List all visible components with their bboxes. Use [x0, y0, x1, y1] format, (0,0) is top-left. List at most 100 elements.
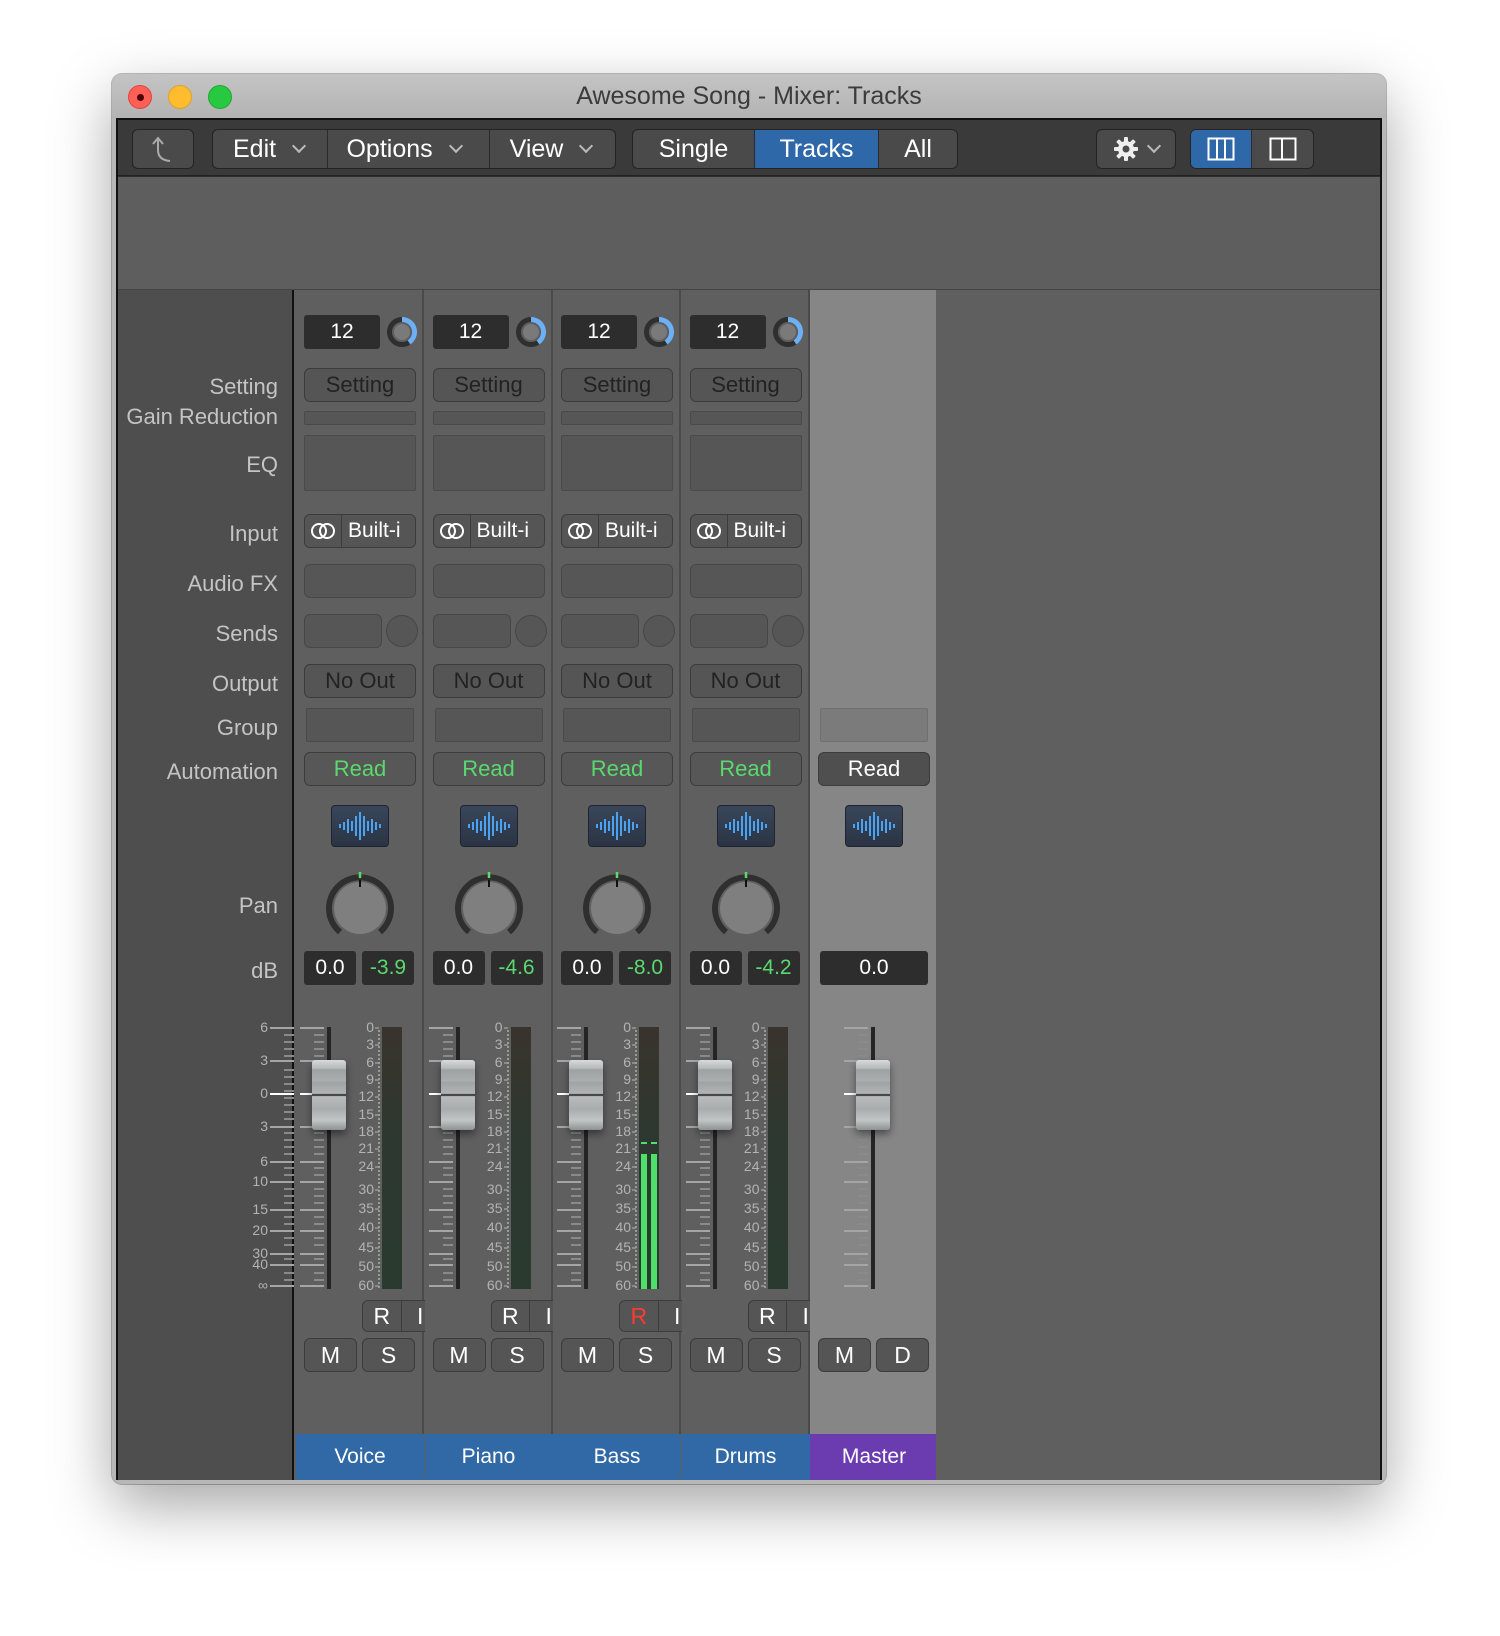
- pan-knob[interactable]: [324, 870, 396, 942]
- compressor-knob-icon[interactable]: [643, 316, 675, 348]
- output-button[interactable]: No Out: [432, 664, 545, 698]
- eq-thumbnail[interactable]: [304, 435, 416, 491]
- automation-mode-button[interactable]: Read: [561, 752, 673, 786]
- automation-mode-button[interactable]: Read: [689, 752, 802, 786]
- view-mode-single[interactable]: Single: [633, 130, 755, 168]
- channel-name[interactable]: Drums: [681, 1434, 810, 1480]
- solo-button[interactable]: S: [747, 1338, 801, 1372]
- solo-button[interactable]: S: [490, 1338, 544, 1372]
- peak-level-value[interactable]: -4.2: [747, 951, 800, 985]
- track-icon[interactable]: [459, 805, 518, 847]
- track-icon[interactable]: [716, 805, 775, 847]
- channel-name[interactable]: Master: [810, 1434, 938, 1480]
- send-level-knob[interactable]: [643, 615, 675, 647]
- output-button[interactable]: No Out: [561, 664, 673, 698]
- volume-value[interactable]: 0.0: [304, 951, 356, 985]
- title-bar[interactable]: Awesome Song - Mixer: Tracks: [112, 74, 1386, 118]
- volume-fader-handle[interactable]: [856, 1060, 890, 1130]
- pan-knob[interactable]: [581, 870, 653, 942]
- group-slot[interactable]: [691, 708, 800, 742]
- compressor-threshold-value[interactable]: 12: [432, 315, 509, 349]
- automation-mode-button[interactable]: Read: [818, 752, 930, 786]
- setting-button[interactable]: Setting: [561, 368, 673, 402]
- group-slot[interactable]: [563, 708, 671, 742]
- volume-value[interactable]: 0.0: [561, 951, 613, 985]
- settings-menu-button[interactable]: [1096, 129, 1176, 169]
- send-slot[interactable]: [432, 614, 511, 648]
- compressor-threshold-value[interactable]: 12: [304, 315, 380, 349]
- record-enable-button[interactable]: R: [749, 1301, 787, 1331]
- compressor-knob-icon[interactable]: [515, 316, 547, 348]
- audio-fx-slot[interactable]: [304, 564, 416, 598]
- group-slot[interactable]: [434, 708, 543, 742]
- volume-value[interactable]: 0.0: [689, 951, 742, 985]
- dim-button[interactable]: D: [876, 1338, 929, 1372]
- input-slot[interactable]: Built-i: [432, 514, 545, 548]
- eq-thumbnail[interactable]: [561, 435, 673, 491]
- audio-fx-slot[interactable]: [432, 564, 545, 598]
- stereo-link-icon[interactable]: [434, 515, 471, 547]
- back-button[interactable]: [132, 129, 194, 169]
- volume-fader-handle[interactable]: [312, 1060, 346, 1130]
- volume-fader-handle[interactable]: [440, 1060, 475, 1130]
- record-enable-button[interactable]: R: [492, 1301, 530, 1331]
- peak-level-value[interactable]: -3.9: [362, 951, 414, 985]
- automation-mode-button[interactable]: Read: [304, 752, 416, 786]
- solo-button[interactable]: S: [362, 1338, 415, 1372]
- volume-value[interactable]: 0.0: [820, 951, 928, 985]
- compressor-threshold-value[interactable]: 12: [561, 315, 637, 349]
- view-mode-tracks[interactable]: Tracks: [755, 130, 879, 168]
- mute-button[interactable]: M: [561, 1338, 614, 1372]
- eq-thumbnail[interactable]: [432, 435, 545, 491]
- track-icon[interactable]: [588, 805, 646, 847]
- setting-button[interactable]: Setting: [304, 368, 416, 402]
- send-slot[interactable]: [561, 614, 639, 648]
- volume-fader-handle[interactable]: [569, 1060, 603, 1130]
- volume-value[interactable]: 0.0: [432, 951, 485, 985]
- layout-three-columns-button[interactable]: [1191, 130, 1253, 168]
- channel-name[interactable]: Piano: [424, 1434, 553, 1480]
- stereo-link-icon[interactable]: [691, 515, 728, 547]
- layout-two-columns-button[interactable]: [1252, 130, 1313, 168]
- send-level-knob[interactable]: [514, 615, 547, 647]
- mute-button[interactable]: M: [304, 1338, 357, 1372]
- stereo-link-icon[interactable]: [305, 515, 342, 547]
- track-icon[interactable]: [331, 805, 389, 847]
- setting-button[interactable]: Setting: [689, 368, 802, 402]
- send-slot[interactable]: [689, 614, 768, 648]
- compressor-knob-icon[interactable]: [772, 316, 804, 348]
- input-slot[interactable]: Built-i: [689, 514, 802, 548]
- send-slot[interactable]: [304, 614, 382, 648]
- mute-button[interactable]: M: [818, 1338, 871, 1372]
- eq-thumbnail[interactable]: [689, 435, 802, 491]
- edit-menu[interactable]: Edit: [213, 130, 329, 168]
- mute-button[interactable]: M: [689, 1338, 743, 1372]
- track-icon[interactable]: [845, 805, 903, 847]
- record-enable-button[interactable]: R: [363, 1301, 402, 1331]
- output-button[interactable]: No Out: [304, 664, 416, 698]
- channel-name[interactable]: Voice: [296, 1434, 424, 1480]
- audio-fx-slot[interactable]: [689, 564, 802, 598]
- setting-button[interactable]: Setting: [432, 368, 545, 402]
- volume-fader-handle[interactable]: [697, 1060, 732, 1130]
- peak-level-value[interactable]: -8.0: [619, 951, 671, 985]
- record-enable-button[interactable]: R: [620, 1301, 659, 1331]
- send-level-knob[interactable]: [771, 615, 804, 647]
- stereo-link-icon[interactable]: [562, 515, 599, 547]
- view-mode-all[interactable]: All: [879, 130, 957, 168]
- input-slot[interactable]: Built-i: [304, 514, 416, 548]
- group-slot[interactable]: [306, 708, 414, 742]
- automation-mode-button[interactable]: Read: [432, 752, 545, 786]
- options-menu[interactable]: Options: [328, 130, 490, 168]
- channel-name[interactable]: Bass: [553, 1434, 681, 1480]
- pan-knob[interactable]: [710, 870, 782, 942]
- input-slot[interactable]: Built-i: [561, 514, 673, 548]
- audio-fx-slot[interactable]: [561, 564, 673, 598]
- solo-button[interactable]: S: [619, 1338, 672, 1372]
- peak-level-value[interactable]: -4.6: [490, 951, 543, 985]
- output-button[interactable]: No Out: [689, 664, 802, 698]
- group-slot[interactable]: [820, 708, 928, 742]
- compressor-knob-icon[interactable]: [386, 316, 418, 348]
- view-menu[interactable]: View: [490, 130, 615, 168]
- mute-button[interactable]: M: [432, 1338, 486, 1372]
